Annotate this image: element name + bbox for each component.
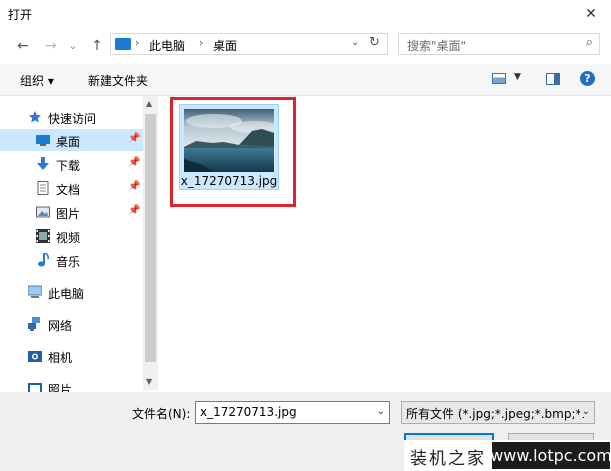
breadcrumb-separator-icon[interactable]: › [199, 36, 203, 49]
title-bar: 打开 ✕ [0, 0, 611, 28]
sidebar-item-label: 文档 [56, 183, 81, 197]
recent-locations-button[interactable]: ⌄ [64, 37, 82, 55]
sidebar-item-label: 快速访问 [48, 112, 97, 126]
pin-icon[interactable]: 📌 [128, 157, 140, 168]
sidebar-item-quick-access[interactable]: 快速访问 [0, 106, 143, 128]
download-icon [37, 157, 49, 170]
refresh-icon[interactable]: ↻ [369, 35, 380, 50]
command-bar: 组织 ▾ 新建文件夹 ▼ ? [0, 64, 611, 96]
filename-input[interactable]: x_17270713.jpg ⌄ [195, 401, 390, 424]
close-button[interactable]: ✕ [571, 0, 611, 28]
organize-button[interactable]: 组织 ▾ [20, 72, 54, 89]
sidebar-item-label: 视频 [56, 231, 81, 245]
back-arrow-icon: ← [17, 38, 29, 54]
sidebar-item-label: 此电脑 [48, 287, 85, 301]
navigation-pane: 快速访问 桌面 📌 下载 📌 文档 📌 图片 📌 视频 音乐 此电脑 网络 相机… [0, 96, 158, 392]
filename-label: 文件名(N): [132, 407, 191, 421]
view-options-dropdown-icon[interactable]: ▼ [514, 72, 521, 82]
scrollbar-thumb[interactable] [145, 114, 156, 362]
sidebar-item-pictures[interactable]: 图片 📌 [0, 201, 143, 223]
breadcrumb-item[interactable]: 桌面 [213, 37, 237, 54]
sidebar-item-downloads[interactable]: 下载 📌 [0, 153, 143, 175]
chevron-down-icon[interactable]: ⌄ [579, 406, 590, 417]
document-icon [37, 181, 49, 195]
pin-icon[interactable]: 📌 [128, 205, 140, 216]
new-folder-button[interactable]: 新建文件夹 [88, 72, 148, 89]
sidebar-item-this-pc[interactable]: 此电脑 [0, 281, 143, 303]
sidebar-item-camera[interactable]: 相机 [0, 345, 143, 367]
filename-value[interactable]: x_17270713.jpg [200, 405, 297, 419]
search-icon[interactable]: ⌕ [586, 35, 593, 50]
sidebar-item-desktop[interactable]: 桌面 📌 [0, 129, 143, 151]
sidebar-item-label: 相机 [48, 351, 73, 365]
forward-button[interactable]: → [42, 37, 60, 55]
search-placeholder[interactable]: 搜索"桌面" [407, 37, 466, 54]
annotation-highlight-box [170, 97, 296, 207]
scroll-down-icon[interactable]: ▼ [146, 377, 152, 386]
up-arrow-icon: ↑ [91, 38, 103, 54]
picture-icon [36, 206, 50, 218]
file-type-value[interactable]: 所有文件 (*.jpg;*.jpeg;*.bmp;*. [406, 405, 585, 422]
computer-icon [28, 285, 42, 298]
camera-icon [28, 351, 42, 362]
address-bar[interactable]: › 此电脑 › 桌面 ⌄ ↻ [110, 33, 388, 55]
sidebar-item-label: 音乐 [56, 255, 81, 269]
scroll-up-icon[interactable]: ▲ [146, 99, 152, 108]
file-type-select[interactable]: 所有文件 (*.jpg;*.jpeg;*.bmp;*. ⌄ [401, 401, 595, 424]
filename-history-dropdown-icon[interactable]: ⌄ [377, 406, 385, 417]
network-icon [28, 317, 40, 331]
watermark: 装机之家 www.lotpc.com [404, 440, 611, 471]
breadcrumb-item[interactable]: 此电脑 [149, 37, 185, 54]
photo-icon [28, 383, 42, 392]
breadcrumb-separator-icon[interactable]: › [135, 36, 139, 49]
chevron-down-icon: ⌄ [68, 40, 78, 52]
address-dropdown-icon[interactable]: ⌄ [351, 37, 359, 48]
close-icon: ✕ [585, 6, 597, 22]
pin-icon[interactable]: 📌 [128, 133, 140, 144]
up-button[interactable]: ↑ [88, 37, 106, 55]
change-view-icon[interactable] [492, 73, 506, 84]
sidebar-item-label: 下载 [56, 159, 81, 173]
search-box[interactable]: 搜索"桌面" ⌕ [398, 33, 600, 55]
sidebar-item-label: 照片 [48, 383, 73, 392]
forward-arrow-icon: → [45, 38, 57, 54]
sidebar-item-videos[interactable]: 视频 [0, 225, 143, 247]
computer-icon [115, 38, 131, 50]
sidebar-item-documents[interactable]: 文档 📌 [0, 177, 143, 199]
music-icon [38, 253, 49, 267]
pin-icon[interactable]: 📌 [128, 181, 140, 192]
watermark-url: www.lotpc.com [490, 442, 611, 469]
watermark-brand-text: 装机之家 [410, 449, 486, 469]
help-icon[interactable]: ? [580, 71, 595, 86]
sidebar-item-label: 网络 [48, 319, 73, 333]
sidebar-item-music[interactable]: 音乐 [0, 249, 143, 271]
star-icon [29, 111, 41, 123]
window-title: 打开 [8, 8, 33, 22]
preview-pane-icon[interactable] [546, 73, 560, 85]
desktop-icon [36, 135, 50, 146]
sidebar-item-label: 图片 [56, 207, 81, 221]
back-button[interactable]: ← [14, 37, 32, 55]
sidebar-item-label: 桌面 [56, 135, 81, 149]
video-icon [36, 229, 50, 243]
sidebar-item-photos[interactable]: 照片 [0, 377, 143, 392]
sidebar-item-network[interactable]: 网络 [0, 313, 143, 335]
sidebar-scrollbar[interactable]: ▲ ▼ [143, 96, 158, 390]
